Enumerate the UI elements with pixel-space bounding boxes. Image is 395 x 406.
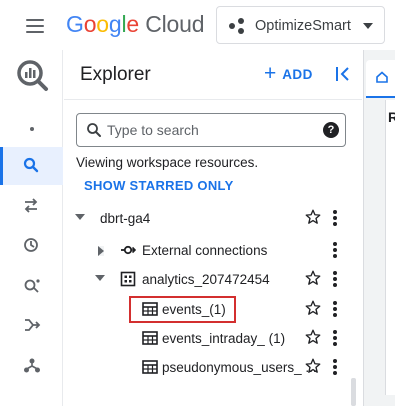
analytics-hub-icon [24,279,40,293]
top-app-bar: Google Cloud OptimizeSmart [0,0,395,50]
expand-down-icon[interactable] [95,275,105,281]
add-button[interactable]: + ADD [264,62,313,85]
search-icon [87,123,101,137]
rail-dot-indicator [30,127,34,131]
rail-item-search[interactable] [0,147,63,185]
rail-item-dataform[interactable] [0,307,63,345]
left-nav-rail [0,50,63,406]
caret-down-icon [363,23,373,29]
explorer-header-divider [64,99,362,100]
tree-row-table-pseudonymous-users[interactable]: pseudonymous_users_ ... [64,353,362,382]
star-outline-icon[interactable] [304,299,322,317]
star-outline-icon[interactable] [304,328,322,346]
tree-node-label[interactable]: External connections [142,243,267,259]
tree-row-project[interactable]: dbrt-ga4 [64,204,362,233]
hamburger-menu-icon[interactable] [22,13,48,39]
viewing-resources-text: Viewing workspace resources. [76,155,259,170]
explorer-panel: Explorer + ADD ? Viewing workspace resou… [64,50,362,406]
collapse-left-icon[interactable] [333,64,353,84]
project-dots-icon [229,17,247,35]
add-button-label: ADD [282,66,313,82]
more-vert-icon[interactable] [331,270,339,288]
external-connection-icon [121,245,136,255]
workspace-partial-heading: R [388,109,395,125]
rail-item-scheduled-queries[interactable] [0,227,63,265]
tree-row-dataset[interactable]: analytics_207472454 [64,265,362,294]
tree-node-label[interactable]: events_intraday_ (1) [162,331,285,347]
tree-node-label[interactable]: pseudonymous_users_ ... [162,360,317,376]
logo-letter-e: e [126,11,139,37]
star-outline-icon[interactable] [304,357,322,375]
tree-row-table-events-intraday[interactable]: events_intraday_ (1) [64,324,362,353]
table-icon [142,302,158,316]
rail-item-analytics-hub[interactable] [0,267,63,305]
rail-item-partner-center[interactable] [0,347,63,385]
search-icon [23,157,39,173]
more-vert-icon[interactable] [331,300,339,318]
tree-row-table-events[interactable]: events_(1) [64,295,362,324]
tree-node-label[interactable]: events_(1) [162,302,226,318]
tree-node-label[interactable]: dbrt-ga4 [100,211,150,227]
logo-product-name: Cloud [145,11,205,37]
tab-home[interactable] [366,60,395,98]
project-name: OptimizeSmart [255,18,351,34]
star-outline-icon[interactable] [304,269,322,287]
tree-row-external-connections[interactable]: External connections [64,236,362,265]
google-cloud-logo[interactable]: Google Cloud [66,10,205,38]
scheduled-queries-icon [24,238,38,252]
logo-letter-o2: o [96,11,109,37]
transfers-icon [24,198,38,213]
show-starred-only-link[interactable]: SHOW STARRED ONLY [84,178,234,194]
project-selector-button[interactable]: OptimizeSmart [216,6,385,44]
expand-down-icon[interactable] [75,214,85,220]
tree-node-label[interactable]: analytics_207472454 [142,272,270,288]
expand-right-icon[interactable] [98,246,104,256]
table-icon [142,360,158,374]
explorer-search-input[interactable] [107,120,307,140]
workspace-card [385,100,395,395]
explorer-title: Explorer [80,64,151,85]
table-icon [142,331,158,345]
star-outline-icon[interactable] [304,208,322,226]
more-vert-icon[interactable] [331,329,339,347]
logo-letter-o1: o [83,11,97,37]
logo-letter-g: G [66,11,84,37]
more-vert-icon[interactable] [331,241,339,259]
more-vert-icon[interactable] [331,358,339,376]
explorer-scrollbar[interactable] [351,378,356,406]
rail-item-transfers[interactable] [0,187,63,225]
dataset-icon [120,271,136,287]
bigquery-logo-icon[interactable] [15,58,49,92]
dataform-icon [25,319,41,331]
right-workspace-panel: R [363,50,395,406]
logo-letter-g2: g [108,11,122,37]
help-icon[interactable]: ? [323,122,339,138]
home-icon [376,71,388,83]
plus-icon: + [264,62,277,85]
explorer-search-box: ? [76,113,346,147]
partner-center-icon [24,358,40,373]
more-vert-icon[interactable] [331,209,339,227]
